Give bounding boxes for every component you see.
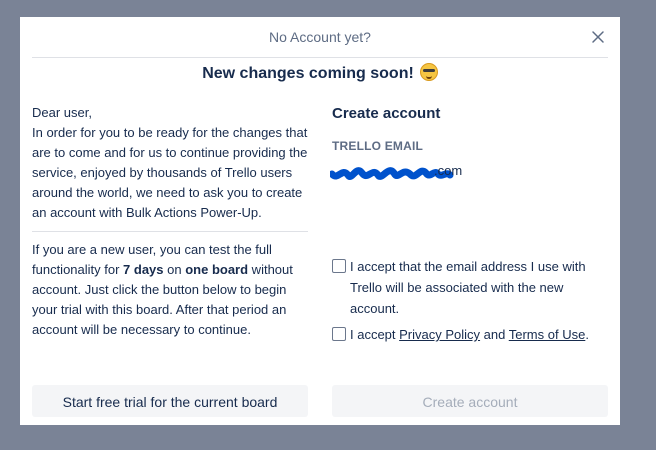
create-account-column: Create account TRELLO EMAIL .com I accep… bbox=[330, 103, 608, 342]
create-account-title: Create account bbox=[332, 105, 441, 122]
start-trial-button[interactable]: Start free trial for the current board bbox=[32, 385, 308, 417]
terms-prefix: I accept bbox=[350, 327, 400, 342]
trial-board: one board bbox=[185, 262, 249, 277]
terms-consent-label: I accept Privacy Policy and Terms of Use… bbox=[350, 324, 608, 345]
email-domain: .com bbox=[434, 163, 463, 178]
modal-subtitle: New changes coming soon! bbox=[20, 63, 620, 87]
info-column: Dear user, In order for you to be ready … bbox=[32, 103, 308, 340]
intro-paragraph: Dear user, In order for you to be ready … bbox=[32, 105, 308, 220]
terms-consent-checkbox[interactable] bbox=[332, 327, 346, 341]
email-value: .com bbox=[330, 161, 608, 181]
terms-suffix: . bbox=[585, 327, 589, 342]
email-consent-row: I accept that the email address I use wi… bbox=[332, 256, 608, 319]
close-icon[interactable] bbox=[590, 29, 606, 45]
subtitle-text: New changes coming soon! bbox=[202, 65, 414, 82]
email-consent-label: I accept that the email address I use wi… bbox=[350, 259, 586, 316]
create-account-button[interactable]: Create account bbox=[332, 385, 608, 417]
emoji-icon bbox=[419, 63, 438, 81]
terms-consent-row: I accept Privacy Policy and Terms of Use… bbox=[332, 324, 608, 345]
privacy-policy-link[interactable]: Privacy Policy bbox=[399, 327, 480, 342]
no-account-modal: No Account yet? New changes coming soon!… bbox=[20, 17, 620, 425]
trial-text-2: on bbox=[163, 262, 186, 277]
email-label: TRELLO EMAIL bbox=[332, 139, 424, 153]
modal-header: No Account yet? bbox=[32, 17, 608, 58]
email-consent-checkbox[interactable] bbox=[332, 259, 346, 273]
trial-paragraph: If you are a new user, you can test the … bbox=[32, 240, 308, 340]
trial-days: 7 days bbox=[123, 262, 164, 277]
divider bbox=[32, 231, 308, 232]
terms-and: and bbox=[480, 327, 509, 342]
modal-title: No Account yet? bbox=[269, 29, 371, 45]
terms-of-use-link[interactable]: Terms of Use bbox=[509, 327, 586, 342]
